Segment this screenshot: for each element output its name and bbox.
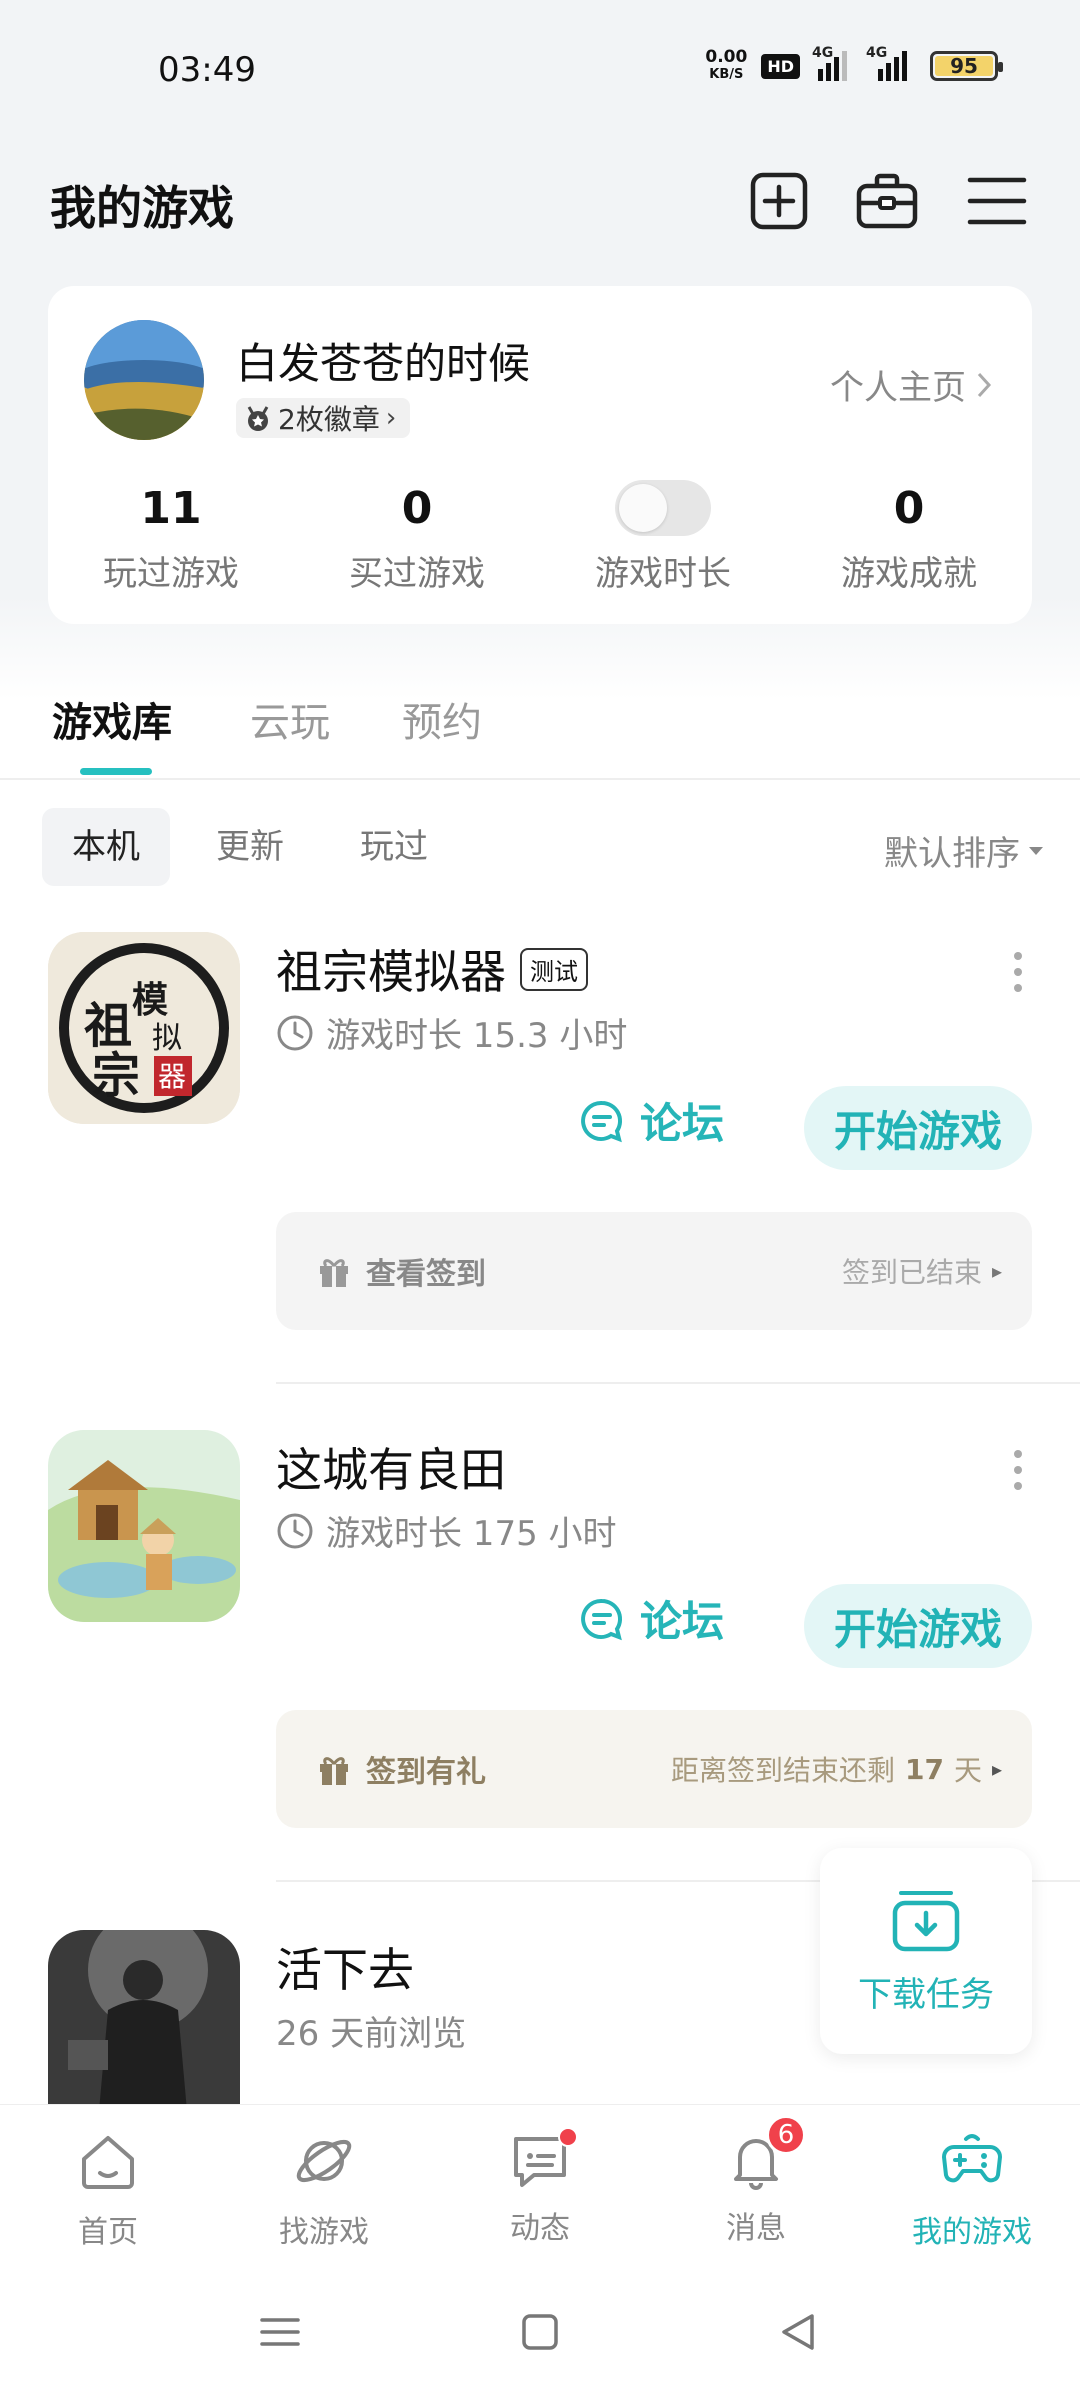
recent-apps-icon[interactable] <box>256 2308 304 2356</box>
tab-reservations[interactable]: 预约 <box>402 690 482 748</box>
nav-my-games[interactable]: 我的游戏 <box>892 2129 1052 2251</box>
sort-dropdown[interactable]: 默认排序 <box>884 826 1044 875</box>
library-tabs: 游戏库 云玩 预约 <box>0 690 1080 780</box>
caret-right-icon: ▸ <box>991 1259 1002 1283</box>
forum-icon <box>581 1598 623 1640</box>
caret-down-icon <box>1029 846 1043 855</box>
home-button-icon[interactable] <box>516 2308 564 2356</box>
message-count-badge: 6 <box>766 2115 806 2155</box>
signin-bar[interactable]: 查看签到 签到已结束 ▸ <box>276 1212 1032 1330</box>
svg-text:拟: 拟 <box>152 1021 182 1056</box>
gamepad-icon <box>942 2134 1002 2183</box>
game-icon[interactable] <box>48 1430 240 1622</box>
profile-stats: 11 玩过游戏 0 买过游戏 游戏时长 0 游戏成就 <box>48 480 1032 595</box>
svg-text:器: 器 <box>158 1060 186 1093</box>
divider <box>276 1382 1080 1384</box>
signal-icon: 4G <box>866 45 916 81</box>
caret-right-icon: ▸ <box>991 1757 1002 1781</box>
more-options-icon[interactable] <box>1014 952 1024 996</box>
stat-played-games[interactable]: 11 玩过游戏 <box>48 480 294 595</box>
test-badge: 测试 <box>520 947 588 991</box>
more-options-icon[interactable] <box>1014 1450 1024 1494</box>
game-title[interactable]: 祖宗模拟器 测试 <box>276 936 588 1002</box>
status-time: 03:49 <box>158 50 256 90</box>
avatar[interactable] <box>84 320 204 440</box>
planet-icon <box>296 2139 352 2183</box>
system-nav-bar <box>0 2264 1080 2400</box>
gift-icon <box>320 1259 348 1287</box>
nav-messages[interactable]: 6 消息 <box>676 2115 836 2247</box>
last-viewed-info: 26 天前浏览 <box>276 2014 467 2054</box>
game-title[interactable]: 这城有良田 <box>276 1434 506 1500</box>
svg-text:宗: 宗 <box>92 1048 140 1104</box>
tab-game-library[interactable]: 游戏库 <box>52 690 172 748</box>
gift-icon <box>320 1757 348 1785</box>
hd-badge: HD <box>761 53 800 79</box>
home-icon <box>82 2136 134 2189</box>
playtime-toggle[interactable] <box>615 480 711 536</box>
clock-icon <box>277 1015 313 1050</box>
nav-discover[interactable]: 找游戏 <box>244 2129 404 2251</box>
bottom-nav: 首页 找游戏 动态 6 消息 我的游戏 <box>0 2104 1080 2264</box>
svg-text:祖: 祖 <box>84 998 132 1054</box>
playtime-info: 游戏时长 175 小时 <box>276 1506 617 1555</box>
profile-card: 白发苍苍的时候 2枚徽章 › 个人主页 11 玩过游戏 0 买过游戏 游戏时长 … <box>48 286 1032 624</box>
filter-played[interactable]: 玩过 <box>330 808 458 886</box>
net-speed: 0.00 KB/S <box>705 47 748 82</box>
medal-icon <box>247 406 269 431</box>
unread-dot <box>558 2127 578 2147</box>
tab-cloud-play[interactable]: 云玩 <box>250 690 330 748</box>
svg-text:模: 模 <box>132 979 168 1021</box>
game-icon[interactable]: 祖 模 拟 宗 器 <box>48 932 240 1124</box>
signal-icon: 4G <box>812 45 854 81</box>
clock-icon <box>277 1513 313 1548</box>
forum-button[interactable]: 论坛 <box>578 1588 724 1649</box>
stat-play-time[interactable]: 游戏时长 <box>540 480 786 595</box>
game-icon[interactable] <box>48 1930 240 2104</box>
page-title: 我的游戏 <box>50 181 234 235</box>
status-bar: 03:49 0.00 KB/S HD 4G 4G 95 <box>0 40 1080 100</box>
game-title[interactable]: 活下去 <box>276 1934 414 2000</box>
forum-icon <box>581 1100 623 1142</box>
username[interactable]: 白发苍苍的时候 <box>236 330 530 391</box>
stat-achievements[interactable]: 0 游戏成就 <box>786 480 1032 595</box>
forum-button[interactable]: 论坛 <box>578 1090 724 1151</box>
battery-icon: 95 <box>930 51 1003 81</box>
add-square-icon[interactable] <box>748 170 810 232</box>
tab-underline <box>80 768 152 775</box>
playtime-info: 游戏时长 15.3 小时 <box>276 1008 627 1057</box>
filter-updates[interactable]: 更新 <box>186 808 314 886</box>
filter-local[interactable]: 本机 <box>42 808 170 886</box>
nav-home[interactable]: 首页 <box>28 2129 188 2251</box>
nav-feed[interactable]: 动态 <box>460 2127 620 2247</box>
profile-home-link[interactable]: 个人主页 <box>830 360 992 409</box>
start-game-button[interactable]: 开始游戏 <box>804 1086 1032 1170</box>
menu-icon[interactable] <box>966 170 1028 232</box>
signin-bar[interactable]: 签到有礼 距离签到结束还剩 17 天 ▸ <box>276 1710 1032 1828</box>
download-tasks-button[interactable]: 下载任务 <box>820 1848 1032 2054</box>
start-game-button[interactable]: 开始游戏 <box>804 1584 1032 1668</box>
back-icon[interactable] <box>774 2308 822 2356</box>
status-icons: 0.00 KB/S HD 4G 4G 95 <box>705 45 1003 84</box>
toolbox-icon[interactable] <box>856 170 918 232</box>
badges-button[interactable]: 2枚徽章 › <box>236 398 411 438</box>
chevron-right-icon: › <box>385 403 397 433</box>
chevron-right-icon <box>977 372 992 397</box>
stat-bought-games[interactable]: 0 买过游戏 <box>294 480 540 595</box>
download-box-icon <box>892 1890 960 1951</box>
